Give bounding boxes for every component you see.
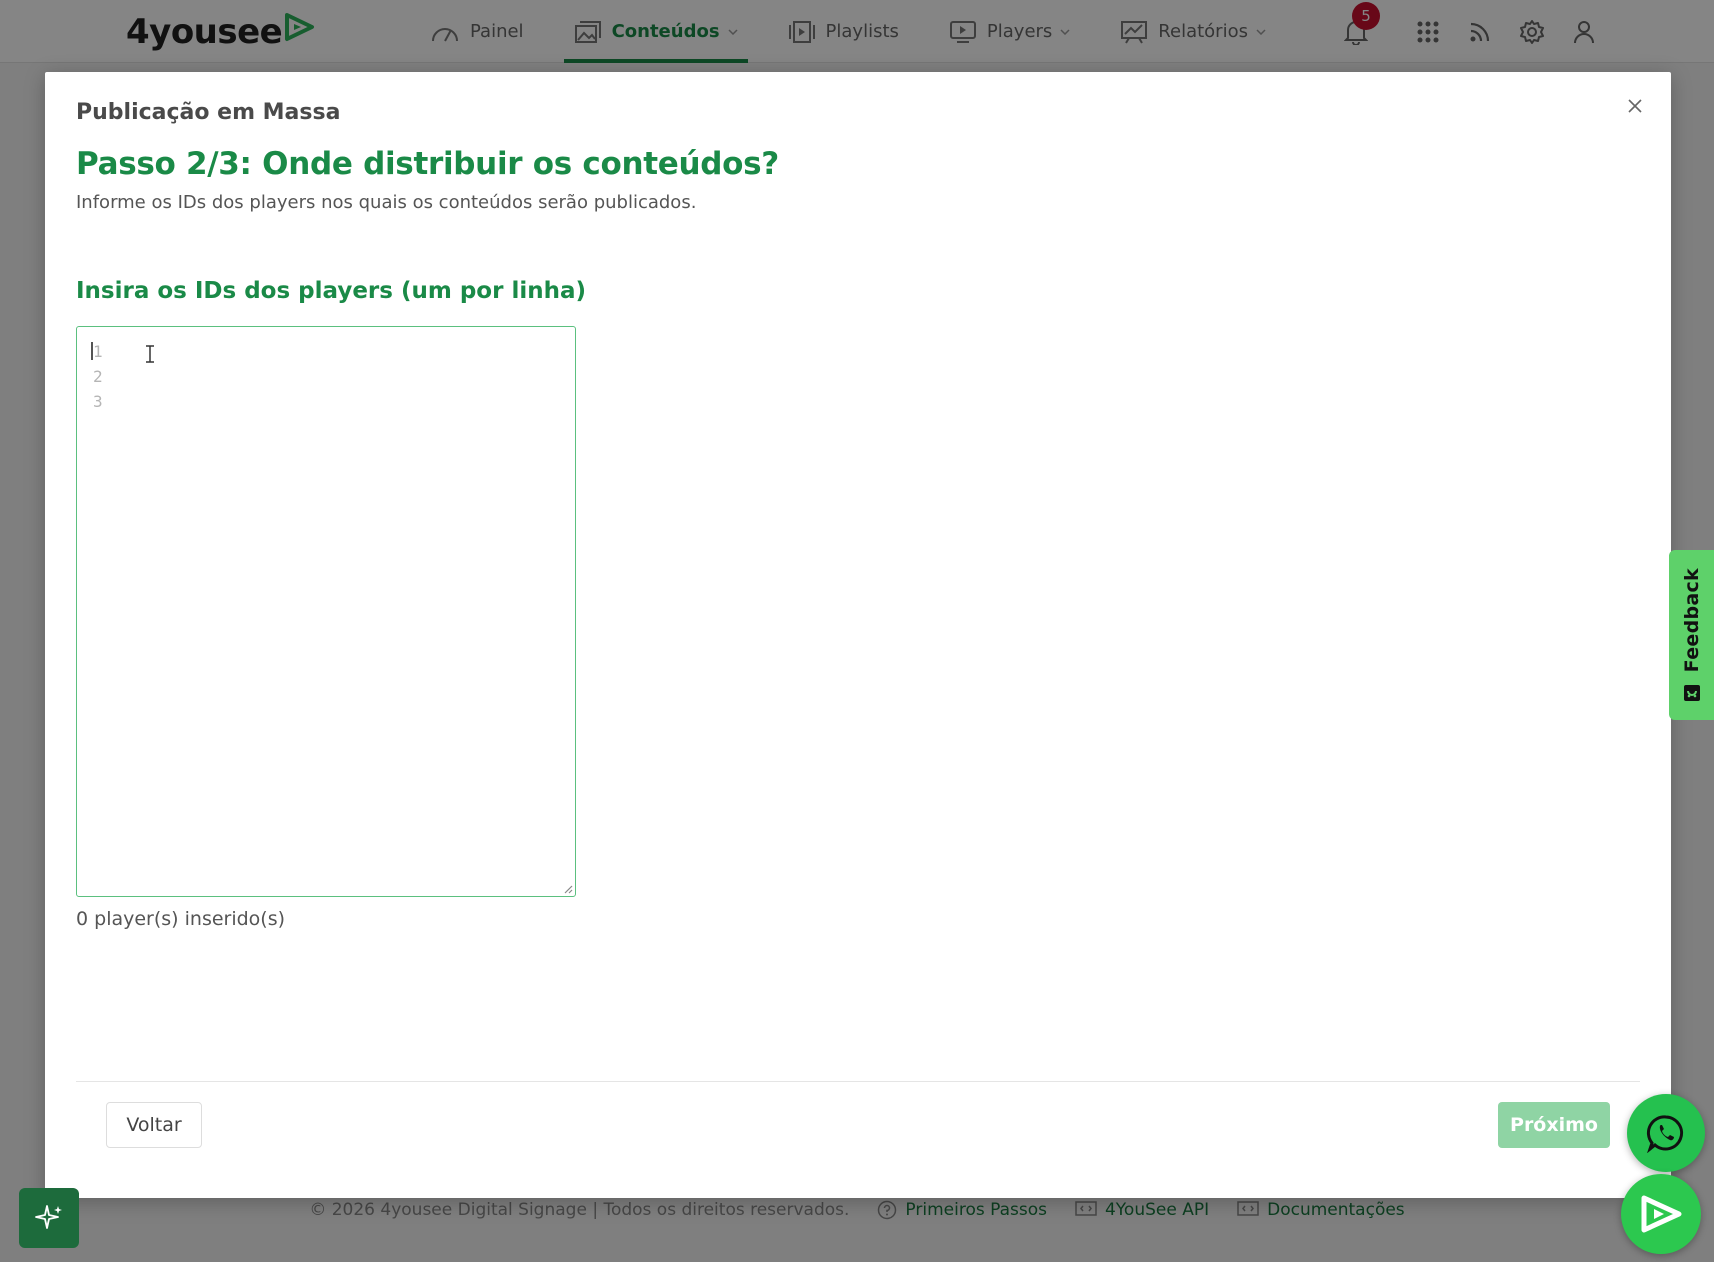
text-caret — [91, 342, 93, 360]
step-title: Passo 2/3: Onde distribuir os conteúdos? — [76, 146, 779, 182]
footer-divider — [76, 1081, 1640, 1082]
line-number: 1 — [93, 342, 103, 361]
line-number: 2 — [93, 367, 103, 386]
line-number: 3 — [93, 392, 103, 411]
whatsapp-button[interactable] — [1627, 1094, 1705, 1172]
modal-title: Publicação em Massa — [76, 100, 341, 125]
whatsapp-icon — [1646, 1115, 1684, 1153]
player-ids-editor[interactable]: 1 2 3 — [76, 326, 576, 897]
bulk-publish-modal: Publicação em Massa Passo 2/3: Onde dist… — [45, 72, 1671, 1198]
sparkle-icon — [35, 1205, 62, 1229]
smiley-icon — [1683, 685, 1700, 702]
ai-assistant-button[interactable] — [19, 1188, 79, 1248]
next-button[interactable]: Próximo — [1498, 1102, 1610, 1148]
close-button[interactable] — [1621, 92, 1649, 120]
chat-assistant-button[interactable] — [1621, 1174, 1701, 1254]
player-ids-label: Insira os IDs dos players (um por linha) — [76, 278, 586, 304]
resize-handle-icon[interactable] — [563, 884, 573, 894]
play-logo-icon — [1641, 1195, 1682, 1233]
close-icon — [1628, 99, 1642, 113]
ibeam-cursor-icon — [146, 345, 154, 363]
feedback-tab[interactable]: Feedback — [1669, 550, 1714, 720]
step-description: Informe os IDs dos players nos quais os … — [76, 192, 697, 213]
line-numbers: 1 2 3 — [93, 339, 103, 414]
feedback-label: Feedback — [1680, 567, 1703, 673]
player-count: 0 player(s) inserido(s) — [76, 908, 286, 930]
back-button[interactable]: Voltar — [106, 1102, 202, 1148]
